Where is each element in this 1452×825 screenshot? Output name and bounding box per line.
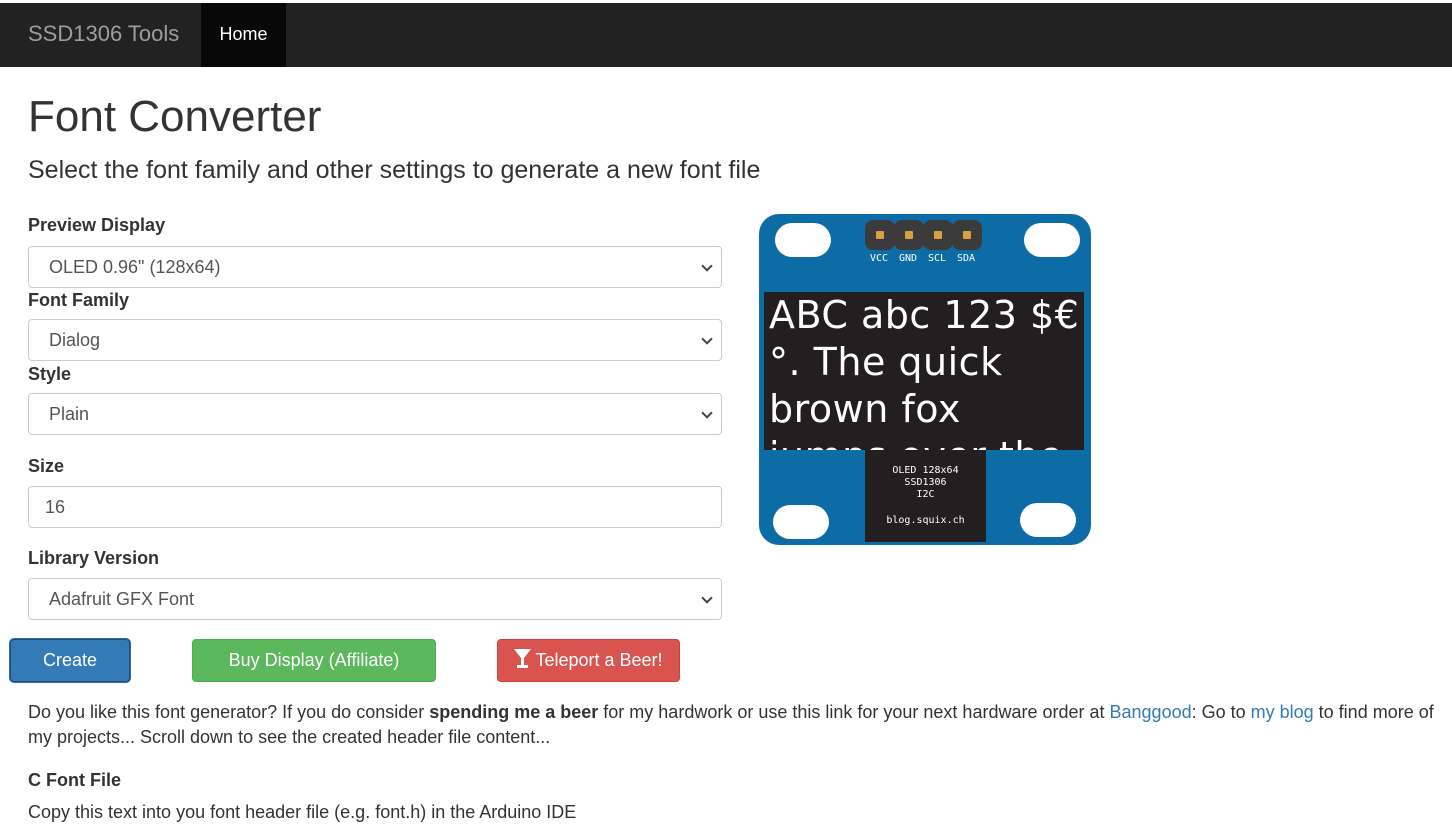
pin-label-vcc: VCC — [870, 253, 889, 264]
library-version-value: Adafruit GFX Font — [49, 589, 195, 609]
chevron-down-icon — [701, 407, 713, 419]
chevron-down-icon — [701, 333, 713, 345]
mounting-hole — [773, 505, 829, 539]
teleport-beer-label: Teleport a Beer! — [535, 650, 663, 670]
c-font-file-description: Copy this text into you font header file… — [28, 802, 577, 822]
chip-line-site: blog.squix.ch — [886, 515, 965, 526]
page-subtitle: Select the font family and other setting… — [28, 156, 761, 184]
teleport-beer-button[interactable]: Teleport a Beer! — [497, 639, 680, 682]
c-font-file-heading: C Font File — [28, 770, 121, 790]
cocktail-glass-icon — [514, 642, 532, 683]
pin-label-gnd: GND — [899, 253, 918, 264]
info-bold: spending me a beer — [429, 702, 599, 722]
info-text-3: : Go to — [1191, 702, 1251, 722]
navbar-brand[interactable]: SSD1306 Tools — [28, 21, 179, 47]
info-paragraph: Do you like this font generator? If you … — [28, 700, 1438, 750]
pin-header — [894, 220, 924, 250]
font-family-select[interactable]: Dialog — [28, 319, 722, 361]
chevron-down-icon — [701, 592, 713, 604]
oled-preview: VCC GND SCL SDA ABC abc 123 $€°. The qui… — [759, 214, 1091, 545]
chip-line-bus: I2C — [916, 489, 935, 500]
my-blog-link[interactable]: my blog — [1251, 702, 1314, 722]
buy-display-button[interactable]: Buy Display (Affiliate) — [192, 639, 436, 682]
preview-display-value: OLED 0.96" (128x64) — [49, 257, 221, 277]
pin-label-sda: SDA — [957, 253, 976, 264]
mounting-hole — [1024, 223, 1080, 257]
oled-screen: ABC abc 123 $€°. The quick brown fox jum… — [764, 292, 1084, 450]
style-value: Plain — [49, 404, 90, 424]
mounting-hole — [775, 223, 831, 257]
pin-header — [923, 220, 953, 250]
oled-preview-text: ABC abc 123 $€°. The quick brown fox jum… — [769, 293, 1080, 450]
pin-header — [865, 220, 895, 250]
chevron-down-icon — [701, 260, 713, 272]
library-version-label: Library Version — [28, 548, 160, 568]
pin-header — [952, 220, 982, 250]
create-button[interactable]: Create — [10, 639, 130, 682]
size-input[interactable]: 16 — [28, 486, 722, 528]
style-select[interactable]: Plain — [28, 393, 722, 435]
chip-line-driver: SSD1306 — [904, 477, 947, 488]
oled-chip-label: OLED 128x64 SSD1306 I2C blog.squix.ch — [865, 450, 986, 542]
preview-display-label: Preview Display — [28, 215, 166, 235]
mounting-hole — [1020, 503, 1076, 537]
info-text-1: Do you like this font generator? If you … — [28, 702, 430, 722]
navbar: SSD1306 Tools Home — [0, 3, 1452, 67]
chip-line-model: OLED 128x64 — [892, 465, 959, 476]
library-version-select[interactable]: Adafruit GFX Font — [28, 578, 722, 620]
info-text-2: for my hardwork or use this link for you… — [598, 702, 1110, 722]
style-label: Style — [28, 364, 72, 384]
page-title: Font Converter — [28, 92, 322, 141]
font-family-label: Font Family — [28, 290, 130, 310]
preview-display-select[interactable]: OLED 0.96" (128x64) — [28, 246, 722, 288]
size-value: 16 — [45, 497, 66, 517]
size-label: Size — [28, 456, 65, 476]
banggood-link[interactable]: Banggood — [1110, 702, 1192, 722]
nav-home-link[interactable]: Home — [201, 3, 286, 67]
font-family-value: Dialog — [49, 330, 101, 350]
pin-label-scl: SCL — [928, 253, 947, 264]
